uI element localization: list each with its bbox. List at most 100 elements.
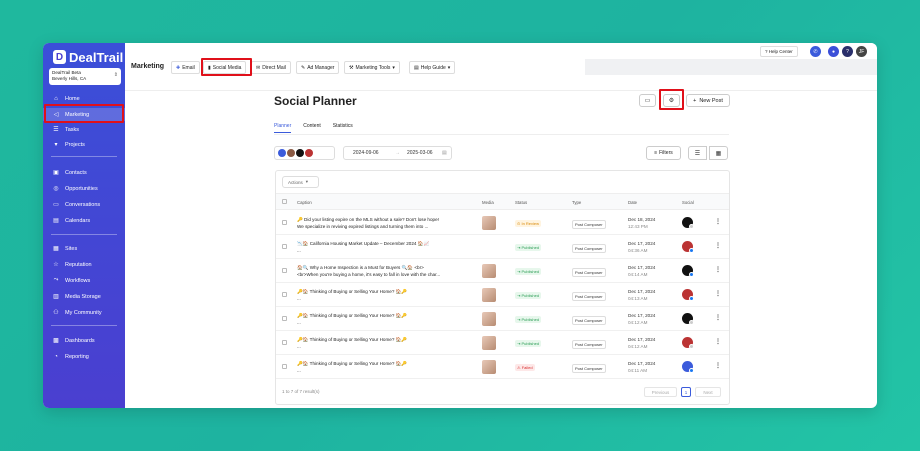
ad-icon: ✎: [301, 64, 306, 71]
status-badge: ⇥ Published: [515, 340, 542, 347]
actions-dropdown[interactable]: Actions ▾: [282, 176, 319, 188]
select-all-checkbox[interactable]: [282, 199, 287, 204]
sidebar-item-reputation[interactable]: ☆ Reputation: [43, 258, 125, 271]
tab-marketing-tools[interactable]: ⚒ Marketing Tools ▾: [344, 61, 400, 74]
media-thumbnail[interactable]: [482, 312, 496, 326]
previous-button[interactable]: Previous: [644, 387, 677, 397]
sidebar-item-conversations[interactable]: ▭ Conversations: [43, 198, 125, 211]
type-badge: Post Composer: [572, 364, 606, 373]
row-checkbox[interactable]: [282, 220, 287, 225]
top-bar: Marketing ✚ Email ▮ Social Media ✉ Direct M…: [125, 43, 877, 91]
sidebar-item-workflows[interactable]: ⤳ Workflows: [43, 274, 125, 287]
tab-email[interactable]: ✚ Email: [171, 61, 200, 74]
avatar: [278, 149, 286, 157]
col-caption: Caption: [297, 200, 312, 205]
post-time: 12:43 PM: [628, 224, 648, 229]
sidebar-item-reporting[interactable]: ◔ Reporting: [43, 350, 125, 363]
settings-button[interactable]: ⚙: [663, 94, 680, 107]
chevron-down-icon: ▾: [392, 64, 395, 71]
calendar-view-button[interactable]: ▦: [709, 146, 728, 160]
tab-social-media[interactable]: ▮ Social Media: [203, 61, 247, 74]
sidebar-item-opportunities[interactable]: ◎ Opportunities: [43, 182, 125, 195]
next-button[interactable]: Next: [695, 387, 721, 397]
col-type: Type: [572, 200, 582, 205]
table-row[interactable]: 🔑🏠 Thinking of Buying or Selling Your Ho…: [276, 355, 729, 379]
sidebar-item-tasks[interactable]: ☰ Tasks: [43, 123, 125, 136]
chevron-updown-icon: ⇕: [113, 72, 118, 78]
tab-ad-manager[interactable]: ✎ Ad Manager: [296, 61, 340, 74]
media-thumbnail[interactable]: [482, 288, 496, 302]
sidebar-item-projects[interactable]: ▾ Projects: [43, 138, 125, 151]
col-media: Media: [482, 200, 494, 205]
brand-logo[interactable]: D DealTrail: [53, 48, 123, 66]
brand-name: DealTrail: [69, 49, 124, 65]
network-badge-icon: [689, 320, 694, 325]
calendar-icon: ▦: [715, 150, 722, 157]
tab-help-guide[interactable]: ▤ Help Guide ▾: [409, 61, 456, 74]
chevron-down-icon: ▾: [447, 64, 451, 71]
row-checkbox[interactable]: [282, 364, 287, 369]
tab-content[interactable]: Content: [303, 123, 321, 133]
book-icon: ▤: [414, 64, 419, 71]
row-checkbox[interactable]: [282, 292, 287, 297]
row-checkbox[interactable]: [282, 340, 287, 345]
more-options-icon[interactable]: ⋮: [715, 362, 721, 369]
sidebar-item-sites[interactable]: ▦ Sites: [43, 242, 125, 255]
more-options-icon[interactable]: ⋮: [715, 242, 721, 249]
media-thumbnail[interactable]: [482, 336, 496, 350]
page-1-button[interactable]: 1: [681, 387, 691, 397]
media-thumbnail[interactable]: [482, 360, 496, 374]
sidebar: D DealTrail DealTrail Beta Beverly Hills…: [43, 43, 125, 408]
network-badge-icon: [689, 224, 694, 229]
tab-planner[interactable]: Planner: [274, 123, 292, 133]
col-date: Date: [628, 200, 638, 205]
caption-line-1: 🔑🏠 Thinking of Buying or Selling Your Ho…: [297, 313, 408, 318]
media-thumbnail[interactable]: [482, 216, 496, 230]
more-options-icon[interactable]: ⋮: [715, 218, 721, 225]
account-switcher[interactable]: DealTrail Beta Beverly Hills, CA ⇕: [49, 68, 121, 85]
sidebar-item-calendars[interactable]: ▤ Calendars: [43, 214, 125, 227]
table-row[interactable]: 📉🏠 California Housing Market Update – De…: [276, 235, 729, 259]
tab-statistics[interactable]: Statistics: [333, 123, 353, 133]
divider: [51, 325, 117, 326]
tab-direct-mail[interactable]: ✉ Direct Mail: [251, 61, 291, 74]
row-checkbox[interactable]: [282, 316, 287, 321]
avatar[interactable]: JF: [856, 46, 867, 57]
new-post-button[interactable]: + New Post: [686, 94, 730, 107]
list-view-button[interactable]: ☰: [688, 146, 707, 160]
filters-button[interactable]: ≡ Filters: [646, 146, 681, 160]
comment-button[interactable]: ▭: [639, 94, 656, 107]
table-row[interactable]: 🔑 Did your listing expire on the MLS wit…: [276, 211, 729, 235]
status-badge: ⇥ Published: [515, 292, 542, 299]
caption-line-2: ...: [297, 296, 301, 301]
caption-line-1: 🏠🔍 Why a Home Inspection is a Must for B…: [297, 265, 424, 270]
more-options-icon[interactable]: ⋮: [715, 338, 721, 345]
more-options-icon[interactable]: ⋮: [715, 266, 721, 273]
social-account-avatar: [682, 217, 694, 229]
table-row[interactable]: 🔑🏠 Thinking of Buying or Selling Your Ho…: [276, 283, 729, 307]
sidebar-item-home[interactable]: ⌂ Home: [43, 92, 125, 105]
help-icon[interactable]: ?: [842, 46, 853, 57]
more-options-icon[interactable]: ⋮: [715, 290, 721, 297]
caption-line-1: 🔑 Did your listing expire on the MLS wit…: [297, 217, 439, 222]
sidebar-item-contacts[interactable]: ▣ Contacts: [43, 166, 125, 179]
caption-cell: 🔑🏠 Thinking of Buying or Selling Your Ho…: [297, 288, 469, 302]
media-thumbnail[interactable]: [482, 264, 496, 278]
table-row[interactable]: 🔑🏠 Thinking of Buying or Selling Your Ho…: [276, 307, 729, 331]
network-badge-icon: [689, 344, 694, 349]
more-options-icon[interactable]: ⋮: [715, 314, 721, 321]
help-center-button[interactable]: ? Help Center: [760, 46, 798, 57]
sidebar-item-media-storage[interactable]: ▥ Media Storage: [43, 290, 125, 303]
date-range-picker[interactable]: 2024-09-06 → 2025-03-06 ▤: [343, 146, 452, 160]
sidebar-item-dashboards[interactable]: ▩ Dashboards: [43, 334, 125, 347]
caption-line-1: 🔑🏠 Thinking of Buying or Selling Your Ho…: [297, 361, 408, 366]
table-row[interactable]: 🏠🔍 Why a Home Inspection is a Must for B…: [276, 259, 729, 283]
phone-call-icon[interactable]: ✆: [810, 46, 821, 57]
sidebar-item-my-community[interactable]: ⚇ My Community: [43, 306, 125, 319]
table-row[interactable]: 🔑🏠 Thinking of Buying or Selling Your Ho…: [276, 331, 729, 355]
account-avatars-filter[interactable]: [274, 146, 335, 160]
sidebar-item-marketing[interactable]: ◁ Marketing: [43, 108, 125, 121]
row-checkbox[interactable]: [282, 268, 287, 273]
row-checkbox[interactable]: [282, 244, 287, 249]
bell-icon[interactable]: ●: [828, 46, 839, 57]
